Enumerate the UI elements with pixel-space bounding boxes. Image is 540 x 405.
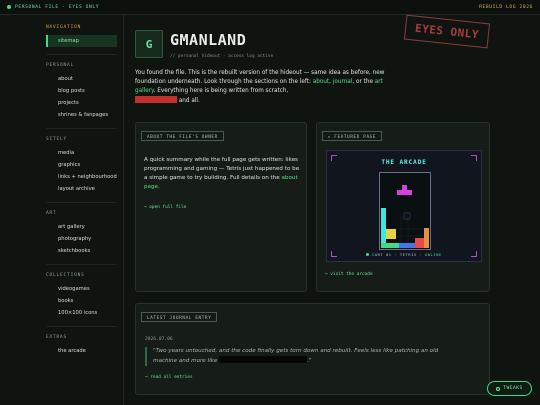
page-subtitle: // personal hideout · access log active [170, 54, 274, 59]
redaction-bar [135, 96, 177, 103]
cart-label: CART 01 · TETRIS · [372, 252, 423, 257]
redaction-bar [219, 356, 308, 363]
page-title: GMANLAND [170, 31, 247, 49]
sidebar-item-media[interactable]: media [46, 147, 123, 159]
divider [46, 47, 117, 55]
z-piece [415, 238, 425, 248]
sidebar-item-layout-archive[interactable]: layout archive [46, 183, 123, 195]
i-piece [381, 208, 386, 243]
tweaks-label: TWEAKS [503, 386, 523, 391]
o-piece [386, 229, 396, 239]
sidebar-item-projects[interactable]: projects [46, 97, 123, 109]
sidebar-section-art: ART [46, 211, 57, 216]
ghost-piece [403, 212, 411, 220]
journal-quote: "Two years untouched, and the code final… [145, 347, 445, 366]
arcade-preview[interactable]: THE ARCADE CART 01 · TETRIS · ONLINE [326, 150, 482, 262]
sidebar-item-videogames[interactable]: videogames [46, 283, 123, 295]
quote-end: ." [307, 358, 312, 364]
top-bar-left: PERSONAL FILE · EYES ONLY [7, 5, 99, 10]
featured-card: ▸ FEATURED PAGE THE ARCADE CART 01 · TET… [316, 122, 490, 292]
divider [46, 319, 117, 327]
owner-summary: A quick summary while the full page gets… [144, 157, 300, 190]
divider [46, 257, 117, 265]
sidebar-item-sitemap[interactable]: sitemap [46, 35, 117, 47]
visit-arcade-link[interactable]: → visit the arcade [325, 272, 373, 277]
s-piece [381, 243, 399, 248]
file-label: PERSONAL FILE · EYES ONLY [15, 4, 100, 10]
sidebar-item-arcade[interactable]: the arcade [46, 345, 123, 357]
sidebar-section-sitely: SITELY [46, 137, 68, 142]
sidebar-section-extras: EXTRAS [46, 335, 68, 340]
tetromino-block [402, 185, 407, 190]
sidebar-item-links[interactable]: links + neighbourhood [46, 171, 123, 183]
j-piece [399, 243, 415, 248]
sidebar-section-collections: COLLECTIONS [46, 273, 85, 278]
about-link[interactable]: about [313, 79, 329, 85]
divider [46, 195, 117, 203]
owner-card: ABOUT THE FILE'S OWNER A quick summary w… [135, 122, 307, 292]
intro-text: . Everything here is being written from … [153, 88, 289, 94]
sidebar-section-personal: PERSONAL [46, 63, 75, 68]
sidebar-item-photography[interactable]: photography [46, 233, 123, 245]
online-status: ONLINE [425, 252, 442, 257]
journal-link[interactable]: journal [333, 79, 353, 85]
tetromino-block [397, 190, 412, 195]
open-full-file-link[interactable]: → open full file [144, 205, 186, 210]
sidebar-item-graphics[interactable]: graphics [46, 159, 123, 171]
arcade-title: THE ARCADE [381, 159, 427, 166]
tetris-board [380, 185, 429, 248]
card-tag-label: FEATURED PAGE [334, 133, 377, 139]
sidebar-item-art-gallery[interactable]: art gallery [46, 221, 123, 233]
sidebar-item-sketchbooks[interactable]: sketchbooks [46, 245, 123, 257]
rebuild-log-label: REBUILD LOG 2026 [479, 4, 533, 10]
top-bar: PERSONAL FILE · EYES ONLY REBUILD LOG 20… [0, 0, 540, 15]
owner-summary-text: A quick summary while the full page gets… [144, 157, 300, 181]
intro-text: and all. [178, 98, 200, 104]
sidebar-item-about[interactable]: about [46, 73, 123, 85]
journal-card: LATEST JOURNAL ENTRY 2026.07.06 "Two yea… [135, 303, 490, 395]
sidebar-item-icons[interactable]: 100×100 icons [46, 307, 123, 319]
tweaks-button[interactable]: TWEAKS [487, 381, 532, 396]
read-all-entries-link[interactable]: → read all entries [145, 375, 193, 380]
eyes-only-stamp: EYES ONLY [403, 14, 491, 49]
triangle-icon: ▸ [328, 133, 332, 139]
sidebar-item-shrines[interactable]: shrines & fanpages [46, 109, 123, 121]
card-tag: ABOUT THE FILE'S OWNER [141, 131, 224, 141]
sidebar: NAVIGATION sitemap PERSONAL about blog p… [40, 15, 124, 405]
card-tag: LATEST JOURNAL ENTRY [141, 312, 218, 322]
tetris-screen [379, 172, 431, 250]
sidebar-section-navigation: NAVIGATION [46, 25, 82, 30]
journal-date: 2026.07.06 [145, 337, 173, 342]
divider [46, 121, 117, 129]
online-dot-icon [366, 253, 370, 256]
card-tag: ▸ FEATURED PAGE [322, 131, 383, 141]
sidebar-item-books[interactable]: books [46, 295, 123, 307]
l-piece [424, 228, 429, 248]
settings-ring-icon [496, 386, 501, 391]
arcade-caption: CART 01 · TETRIS · ONLINE [327, 252, 481, 257]
sidebar-item-blog-posts[interactable]: blog posts [46, 85, 123, 97]
status-dot-icon [7, 5, 11, 9]
site-logo[interactable]: G [135, 30, 163, 58]
intro-text: , or the [352, 79, 373, 85]
intro-paragraph: You found the file. This is the rebuilt … [135, 70, 385, 104]
